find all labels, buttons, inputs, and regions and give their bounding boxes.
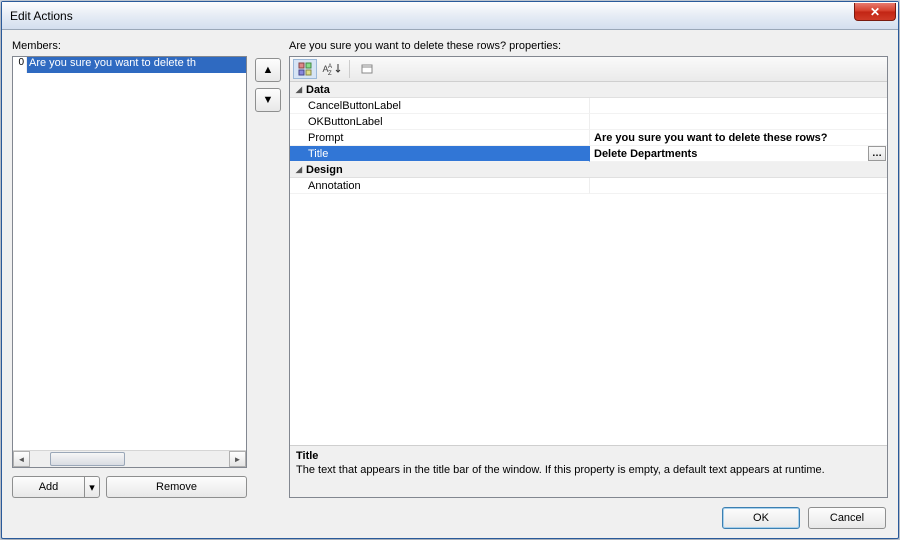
- property-name: Title: [290, 146, 590, 162]
- dialog-footer: OK Cancel: [2, 498, 898, 538]
- property-grid: A AZ ◢Data CancelButtonLabel: [289, 56, 888, 498]
- category-name: Design: [306, 164, 343, 176]
- property-name: Annotation: [290, 178, 590, 194]
- list-item[interactable]: 0 Are you sure you want to delete th: [13, 57, 246, 73]
- property-row[interactable]: OKButtonLabel: [290, 114, 887, 130]
- description-text: The text that appears in the title bar o…: [296, 464, 881, 476]
- propgrid-body[interactable]: ◢Data CancelButtonLabel OKButtonLabel Pr…: [290, 82, 887, 445]
- close-icon: ✕: [870, 6, 880, 18]
- property-value[interactable]: Are you sure you want to delete these ro…: [590, 130, 887, 146]
- toolbar-separator: [349, 60, 350, 78]
- members-buttons: Add ▾ Remove: [12, 476, 247, 498]
- svg-text:Z: Z: [328, 71, 332, 76]
- members-listbox[interactable]: 0 Are you sure you want to delete th ◄ ►: [12, 56, 247, 468]
- property-description: Title The text that appears in the title…: [290, 445, 887, 497]
- close-button[interactable]: ✕: [854, 3, 896, 21]
- property-value[interactable]: [590, 114, 887, 130]
- property-row-selected[interactable]: Title Delete Departments …: [290, 146, 887, 162]
- scroll-left-button[interactable]: ◄: [13, 451, 30, 467]
- properties-pane: Are you sure you want to delete these ro…: [289, 40, 888, 498]
- members-label: Members:: [12, 40, 247, 52]
- dialog-window: Edit Actions ✕ Members: 0 Are you sure y…: [1, 1, 899, 539]
- scroll-thumb[interactable]: [50, 452, 125, 466]
- property-row[interactable]: Prompt Are you sure you want to delete t…: [290, 130, 887, 146]
- property-value-text: Delete Departments: [594, 148, 697, 160]
- chevron-left-icon: ◄: [18, 455, 26, 464]
- horizontal-scrollbar[interactable]: ◄ ►: [13, 450, 246, 467]
- add-dropdown-button[interactable]: ▾: [84, 476, 100, 498]
- reorder-buttons: ▲ ▼: [255, 40, 281, 498]
- ok-button[interactable]: OK: [722, 507, 800, 529]
- collapse-icon[interactable]: ◢: [292, 85, 306, 94]
- categorized-button[interactable]: [293, 59, 317, 79]
- window-title: Edit Actions: [10, 9, 73, 23]
- remove-button[interactable]: Remove: [106, 476, 247, 498]
- propgrid-toolbar: A AZ: [290, 57, 887, 82]
- category-name: Data: [306, 84, 330, 96]
- property-name: Prompt: [290, 130, 590, 146]
- property-value[interactable]: [590, 178, 887, 194]
- category-row[interactable]: ◢Design: [290, 162, 887, 178]
- content-area: Members: 0 Are you sure you want to dele…: [2, 30, 898, 498]
- pages-icon: [360, 62, 374, 76]
- scroll-track[interactable]: [30, 451, 229, 467]
- collapse-icon[interactable]: ◢: [292, 165, 306, 174]
- chevron-down-icon: ▾: [89, 481, 95, 494]
- ellipsis-button[interactable]: …: [868, 146, 886, 161]
- property-row[interactable]: Annotation: [290, 178, 887, 194]
- property-pages-button[interactable]: [355, 59, 379, 79]
- chevron-right-icon: ►: [234, 455, 242, 464]
- property-name: OKButtonLabel: [290, 114, 590, 130]
- svg-text:A: A: [328, 64, 332, 70]
- property-value[interactable]: Delete Departments …: [590, 146, 887, 162]
- cancel-button[interactable]: Cancel: [808, 507, 886, 529]
- move-up-button[interactable]: ▲: [255, 58, 281, 82]
- property-row[interactable]: CancelButtonLabel: [290, 98, 887, 114]
- move-down-button[interactable]: ▼: [255, 88, 281, 112]
- titlebar[interactable]: Edit Actions ✕: [2, 2, 898, 30]
- description-title: Title: [296, 450, 881, 462]
- arrow-up-icon: ▲: [263, 64, 274, 76]
- list-item-index: 0: [13, 57, 27, 73]
- members-pane: Members: 0 Are you sure you want to dele…: [12, 40, 247, 498]
- property-name: CancelButtonLabel: [290, 98, 590, 114]
- categorized-icon: [298, 62, 312, 76]
- list-item-text: Are you sure you want to delete th: [27, 57, 246, 73]
- category-row[interactable]: ◢Data: [290, 82, 887, 98]
- scroll-right-button[interactable]: ►: [229, 451, 246, 467]
- alphabetical-button[interactable]: A AZ: [320, 59, 344, 79]
- sort-alpha-icon-svg: AZ: [328, 62, 342, 76]
- property-value[interactable]: [590, 98, 887, 114]
- properties-header: Are you sure you want to delete these ro…: [289, 40, 888, 52]
- arrow-down-icon: ▼: [263, 94, 274, 106]
- add-button[interactable]: Add: [12, 476, 84, 498]
